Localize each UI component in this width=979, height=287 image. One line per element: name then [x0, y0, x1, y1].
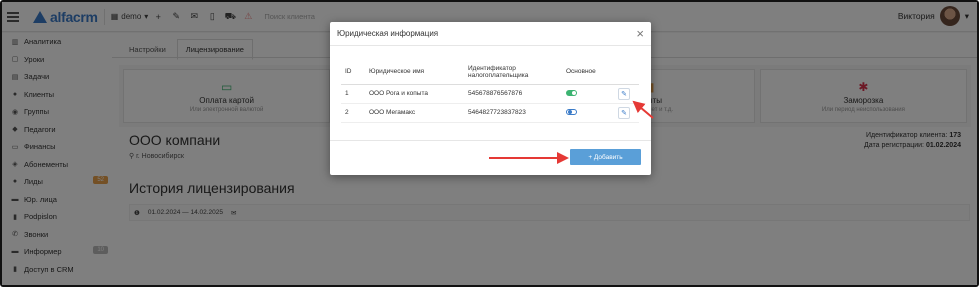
app-frame: alfacrm ▦ demo ▾ + ✎ ✉ ▯ ⛟ ⚠ Поиск клиен…	[0, 0, 979, 287]
annotation-arrows	[489, 100, 654, 164]
arrow-to-edit-button	[632, 100, 654, 119]
